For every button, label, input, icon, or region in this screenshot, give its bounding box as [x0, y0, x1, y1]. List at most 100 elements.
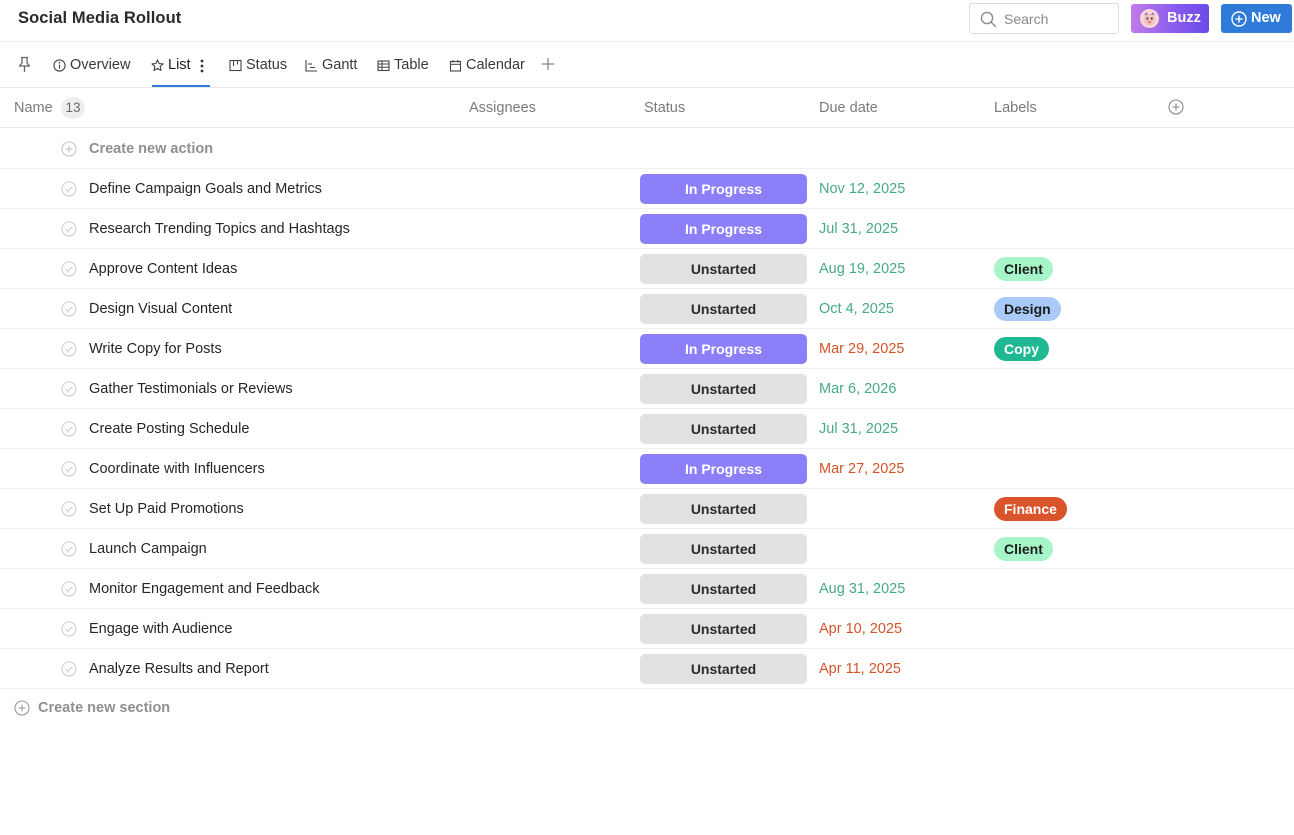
status-badge[interactable]: Unstarted: [640, 614, 807, 644]
due-date[interactable]: Mar 27, 2025: [819, 461, 904, 477]
complete-check-icon[interactable]: [61, 421, 77, 437]
task-row[interactable]: Launch Campaign Unstarted Client: [0, 529, 1294, 569]
task-name[interactable]: Write Copy for Posts: [89, 341, 222, 357]
tab-overview[interactable]: Overview: [53, 55, 130, 75]
column-due-date[interactable]: Due date: [819, 100, 878, 116]
task-name[interactable]: Create Posting Schedule: [89, 421, 249, 437]
task-name[interactable]: Coordinate with Influencers: [89, 461, 265, 477]
column-name[interactable]: Name: [14, 100, 53, 116]
active-tab-indicator: [152, 85, 210, 87]
label-tag[interactable]: Copy: [994, 337, 1049, 361]
tab-list[interactable]: List: [151, 55, 191, 75]
more-options-icon[interactable]: [200, 59, 204, 73]
task-name[interactable]: Set Up Paid Promotions: [89, 501, 244, 517]
pin-icon[interactable]: [17, 56, 32, 73]
due-date[interactable]: Mar 6, 2026: [819, 381, 896, 397]
add-column-icon[interactable]: [1168, 99, 1184, 115]
task-row[interactable]: Create Posting Schedule Unstarted Jul 31, …: [0, 409, 1294, 449]
new-label: New: [1251, 10, 1281, 26]
task-row[interactable]: Design Visual Content Unstarted Oct 4, 202…: [0, 289, 1294, 329]
create-action-row[interactable]: Create new action: [0, 128, 1294, 169]
task-name[interactable]: Approve Content Ideas: [89, 261, 237, 277]
status-badge[interactable]: Unstarted: [640, 414, 807, 444]
search-input[interactable]: Search: [969, 3, 1119, 34]
top-bar: Social Media Rollout Search Buzz New: [0, 0, 1294, 42]
due-date[interactable]: Aug 19, 2025: [819, 261, 905, 277]
task-name[interactable]: Launch Campaign: [89, 541, 207, 557]
tab-label: Gantt: [322, 57, 358, 73]
status-badge[interactable]: Unstarted: [640, 654, 807, 684]
add-view-icon[interactable]: [541, 57, 555, 71]
column-assignees[interactable]: Assignees: [469, 100, 536, 116]
complete-check-icon[interactable]: [61, 381, 77, 397]
complete-check-icon[interactable]: [61, 461, 77, 477]
column-labels[interactable]: Labels: [994, 100, 1037, 116]
status-badge[interactable]: Unstarted: [640, 494, 807, 524]
label-tag[interactable]: Design: [994, 297, 1061, 321]
task-name[interactable]: Design Visual Content: [89, 301, 232, 317]
info-icon: [53, 58, 66, 72]
due-date[interactable]: Apr 11, 2025: [819, 661, 901, 677]
task-row[interactable]: Monitor Engagement and Feedback Unstarted…: [0, 569, 1294, 609]
label-tag[interactable]: Client: [994, 537, 1053, 561]
tab-calendar[interactable]: Calendar: [449, 55, 525, 75]
status-badge[interactable]: Unstarted: [640, 534, 807, 564]
complete-check-icon[interactable]: [61, 661, 77, 677]
task-row[interactable]: Set Up Paid Promotions Unstarted Finance: [0, 489, 1294, 529]
calendar-icon: [449, 59, 462, 72]
task-name[interactable]: Gather Testimonials or Reviews: [89, 381, 293, 397]
star-icon: [151, 58, 164, 71]
status-badge[interactable]: In Progress: [640, 214, 807, 244]
complete-check-icon[interactable]: [61, 221, 77, 237]
list-header: Name 13 Assignees Status Due date Labels: [0, 88, 1294, 128]
view-tabs: Overview List Status Gantt Table Calenda…: [0, 42, 1294, 88]
new-button[interactable]: New: [1221, 4, 1292, 33]
complete-check-icon[interactable]: [61, 301, 77, 317]
status-badge[interactable]: Unstarted: [640, 574, 807, 604]
status-badge[interactable]: Unstarted: [640, 254, 807, 284]
due-date[interactable]: Jul 31, 2025: [819, 221, 898, 237]
tab-status[interactable]: Status: [229, 55, 287, 75]
gantt-icon: [305, 59, 317, 72]
task-row[interactable]: Write Copy for Posts In Progress Mar 29, 2…: [0, 329, 1294, 369]
label-tag[interactable]: Finance: [994, 497, 1067, 521]
due-date[interactable]: Nov 12, 2025: [819, 181, 905, 197]
status-badge[interactable]: In Progress: [640, 454, 807, 484]
label-tag[interactable]: Client: [994, 257, 1053, 281]
complete-check-icon[interactable]: [61, 581, 77, 597]
buzz-label: Buzz: [1167, 10, 1201, 26]
task-row[interactable]: Research Trending Topics and Hashtags In …: [0, 209, 1294, 249]
task-name[interactable]: Monitor Engagement and Feedback: [89, 581, 320, 597]
column-status[interactable]: Status: [644, 100, 685, 116]
task-name[interactable]: Research Trending Topics and Hashtags: [89, 221, 350, 237]
due-date[interactable]: Apr 10, 2025: [819, 621, 902, 637]
status-badge[interactable]: In Progress: [640, 174, 807, 204]
complete-check-icon[interactable]: [61, 181, 77, 197]
task-name[interactable]: Define Campaign Goals and Metrics: [89, 181, 322, 197]
due-date[interactable]: Mar 29, 2025: [819, 341, 904, 357]
tab-label: Calendar: [466, 57, 525, 73]
due-date[interactable]: Aug 31, 2025: [819, 581, 905, 597]
due-date[interactable]: Oct 4, 2025: [819, 301, 894, 317]
task-row[interactable]: Gather Testimonials or Reviews Unstarted M…: [0, 369, 1294, 409]
due-date[interactable]: Jul 31, 2025: [819, 421, 898, 437]
tab-gantt[interactable]: Gantt: [305, 55, 357, 75]
buzz-button[interactable]: Buzz: [1131, 4, 1209, 33]
task-row[interactable]: Engage with Audience Unstarted Apr 10, 202…: [0, 609, 1294, 649]
complete-check-icon[interactable]: [61, 341, 77, 357]
task-name[interactable]: Analyze Results and Report: [89, 661, 269, 677]
complete-check-icon[interactable]: [61, 621, 77, 637]
status-badge[interactable]: Unstarted: [640, 374, 807, 404]
complete-check-icon[interactable]: [61, 501, 77, 517]
complete-check-icon[interactable]: [61, 261, 77, 277]
task-name[interactable]: Engage with Audience: [89, 621, 233, 637]
task-row[interactable]: Approve Content Ideas Unstarted Aug 19, 20…: [0, 249, 1294, 289]
task-row[interactable]: Coordinate with Influencers In Progress Ma…: [0, 449, 1294, 489]
tab-label: Status: [246, 57, 288, 73]
task-row[interactable]: Analyze Results and Report Unstarted Apr 1…: [0, 649, 1294, 689]
task-row[interactable]: Define Campaign Goals and Metrics In Prog…: [0, 169, 1294, 209]
status-badge[interactable]: In Progress: [640, 334, 807, 364]
tab-table[interactable]: Table: [377, 55, 429, 75]
complete-check-icon[interactable]: [61, 541, 77, 557]
status-badge[interactable]: Unstarted: [640, 294, 807, 324]
